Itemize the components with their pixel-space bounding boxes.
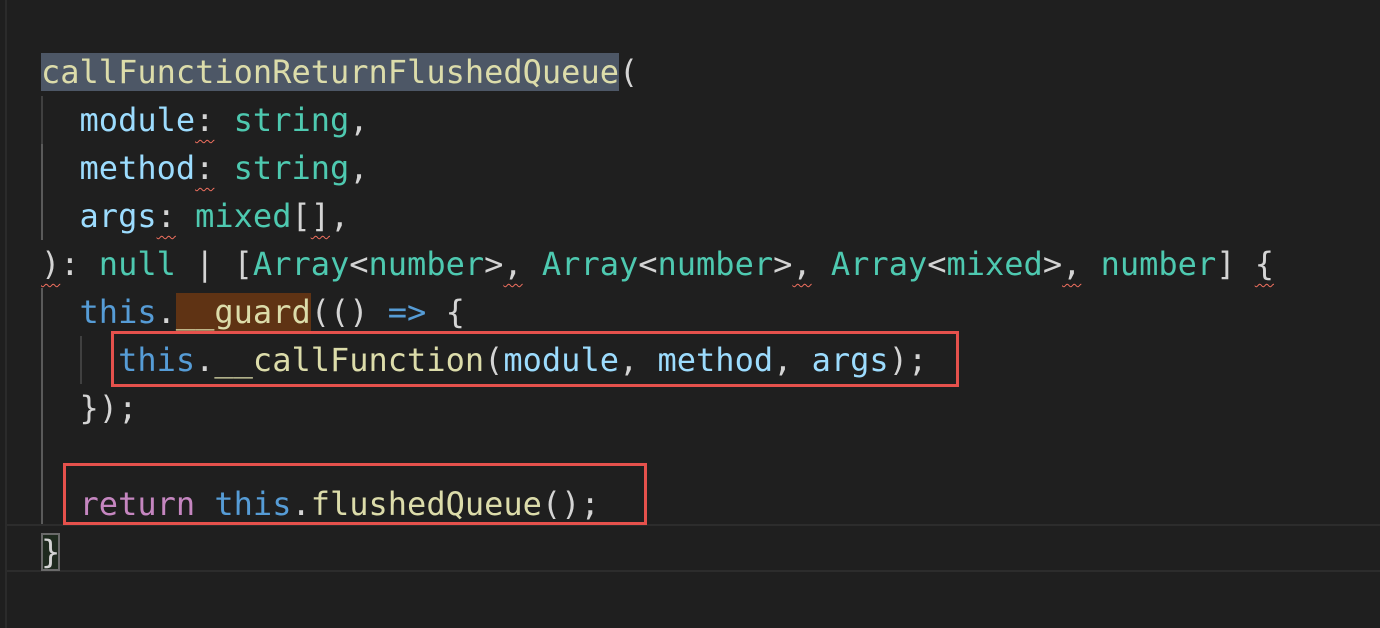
code-token: , — [349, 101, 369, 139]
code-token: { — [1254, 245, 1274, 283]
code-token: , — [1062, 245, 1082, 283]
code-token: module — [79, 101, 196, 139]
code-token: ) — [41, 245, 61, 283]
code-token: < — [927, 245, 947, 283]
code-token: : — [60, 245, 99, 283]
code-token: , — [503, 245, 523, 283]
code-token: method — [79, 149, 196, 187]
code-token: ( — [618, 53, 639, 91]
code-token: (() — [310, 293, 388, 331]
code-token: null — [98, 245, 176, 283]
code-line[interactable]: this.__guard(() => { — [41, 288, 1274, 336]
code-token: Array — [252, 245, 350, 283]
code-token: , — [329, 197, 350, 235]
code-token: Array — [830, 245, 928, 283]
code-line[interactable]: callFunctionReturnFlushedQueue( — [41, 48, 1274, 96]
code-token: : — [195, 149, 215, 187]
code-token: }); — [79, 389, 138, 427]
code-token: > — [773, 245, 793, 283]
code-token: number — [657, 245, 774, 283]
code-token: : — [195, 101, 215, 139]
code-token: : — [156, 197, 176, 235]
code-token: callFunctionReturnFlushedQueue — [41, 53, 619, 91]
code-token: { — [426, 293, 465, 331]
code-token: __guard — [175, 293, 311, 331]
code-editor[interactable]: callFunctionReturnFlushedQueue( module: … — [0, 0, 1380, 628]
code-token: mixed — [946, 245, 1043, 283]
code-line[interactable]: }); — [41, 384, 1274, 432]
code-line[interactable]: } — [41, 528, 1274, 576]
code-token: => — [387, 293, 427, 331]
code-token: } — [41, 533, 61, 571]
code-token: string — [233, 149, 350, 187]
code-line[interactable]: module: string, — [41, 96, 1274, 144]
code-token: . — [156, 293, 176, 331]
code-line[interactable]: args: mixed[], — [41, 192, 1274, 240]
code-token: mixed — [195, 197, 292, 235]
code-token: ] — [310, 197, 330, 235]
annotation-box-return — [63, 463, 647, 525]
code-token: > — [1042, 245, 1063, 283]
code-token: Array — [541, 245, 639, 283]
code-token: > — [484, 245, 504, 283]
annotation-box-call-function — [111, 331, 959, 387]
code-token: [ — [291, 197, 311, 235]
code-line[interactable]: ): null | [Array<number>, Array<number>,… — [41, 240, 1274, 288]
code-token: | [ — [175, 245, 253, 283]
code-token: , — [792, 245, 812, 283]
code-token: , — [349, 149, 369, 187]
code-token: args — [79, 197, 157, 235]
code-token: ] — [1216, 245, 1255, 283]
code-token: < — [638, 245, 658, 283]
code-token: number — [368, 245, 485, 283]
code-token: this — [79, 293, 157, 331]
code-token: number — [1100, 245, 1217, 283]
code-token: < — [349, 245, 369, 283]
code-token: string — [233, 101, 350, 139]
code-line[interactable]: method: string, — [41, 144, 1274, 192]
